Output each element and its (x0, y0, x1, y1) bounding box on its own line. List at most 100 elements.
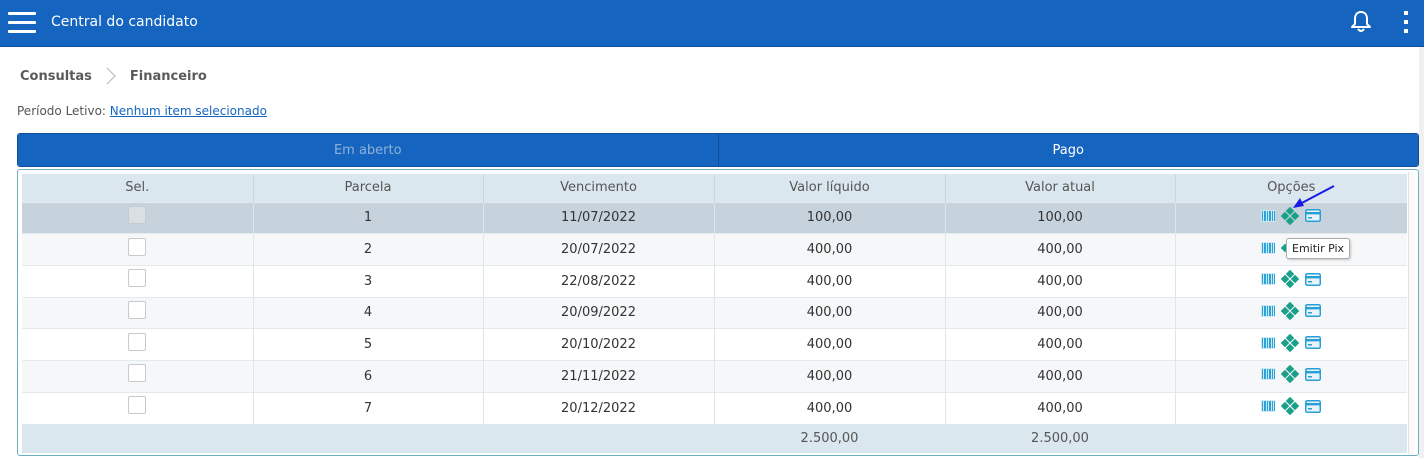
financial-table: Sel. Parcela Vencimento Valor líquido Va… (22, 174, 1407, 453)
valor-liquido-cell: 400,00 (714, 392, 946, 424)
col-parcela[interactable]: Parcela (253, 174, 484, 202)
barcode-icon[interactable] (1261, 400, 1276, 416)
tab-pago[interactable]: Pago (718, 134, 1418, 166)
total-empty (253, 423, 484, 453)
barcode-icon[interactable] (1261, 368, 1276, 384)
valor-atual-cell: 400,00 (945, 297, 1176, 329)
row-checkbox[interactable] (128, 300, 147, 319)
row-checkbox[interactable] (128, 205, 147, 224)
tab-em-aberto[interactable]: Em aberto (18, 134, 719, 166)
col-vencimento[interactable]: Vencimento (483, 174, 715, 202)
table-row[interactable]: 2 20/07/2022 400,00 400,00 (22, 233, 1407, 266)
sel-cell (22, 360, 254, 393)
valor-atual-cell: 400,00 (945, 360, 1176, 393)
table-row[interactable]: 3 22/08/2022 400,00 400,00 (22, 265, 1407, 298)
total-empty (483, 423, 715, 453)
barcode-icon[interactable] (1261, 336, 1276, 353)
periodo-link[interactable]: Nenhum item selecionado (110, 104, 267, 118)
hamburger-menu-icon[interactable] (8, 10, 36, 34)
vencimento-cell: 20/10/2022 (483, 328, 715, 361)
tooltip-emitir-pix: Emitir Pix (1286, 238, 1351, 259)
periodo-label: Período Letivo: (17, 104, 106, 118)
bell-icon[interactable] (1350, 10, 1372, 34)
parcela-cell: 1 (253, 202, 484, 234)
pix-icon[interactable] (1281, 396, 1300, 419)
valor-liquido-cell: 400,00 (714, 233, 946, 266)
credit-card-icon[interactable] (1305, 367, 1322, 385)
valor-liquido-cell: 100,00 (714, 202, 946, 234)
sel-cell (22, 297, 254, 329)
total-empty (22, 423, 254, 453)
table-row[interactable]: 7 20/12/2022 400,00 400,00 (22, 392, 1407, 424)
tabs: Em aberto Pago (17, 133, 1419, 167)
sel-cell (22, 265, 254, 298)
table-header-row: Sel. Parcela Vencimento Valor líquido Va… (22, 174, 1407, 202)
credit-card-icon[interactable] (1305, 399, 1322, 417)
pix-icon[interactable] (1281, 333, 1300, 356)
vencimento-cell: 22/08/2022 (483, 265, 715, 298)
row-checkbox[interactable] (128, 396, 147, 415)
credit-card-icon[interactable] (1305, 272, 1322, 290)
breadcrumb-financeiro: Financeiro (129, 68, 207, 84)
sel-cell (22, 202, 254, 234)
opcoes-cell (1175, 265, 1407, 297)
annotation-arrow-icon (1293, 185, 1335, 208)
table-row[interactable]: 6 21/11/2022 400,00 400,00 (22, 360, 1407, 393)
barcode-icon[interactable] (1261, 209, 1276, 226)
sel-cell (22, 328, 254, 361)
total-valor-atual: 2.500,00 (945, 423, 1176, 453)
chevron-right-icon (106, 67, 116, 85)
table-row[interactable]: 4 20/09/2022 400,00 400,00 (22, 297, 1407, 329)
opcoes-cell (1175, 360, 1407, 392)
page-scrollbar[interactable] (1419, 47, 1424, 458)
vencimento-cell: 21/11/2022 (483, 360, 715, 393)
breadcrumb: Consultas Financeiro (20, 67, 207, 85)
row-checkbox[interactable] (128, 364, 147, 383)
valor-atual-cell: 100,00 (945, 202, 1176, 234)
barcode-icon[interactable] (1261, 304, 1276, 321)
parcela-cell: 5 (253, 328, 484, 361)
table-scrollbar[interactable] (1408, 172, 1414, 454)
row-checkbox[interactable] (128, 269, 147, 288)
pix-icon[interactable] (1281, 301, 1300, 324)
opcoes-cell (1175, 392, 1407, 424)
app-title: Central do candidato (51, 14, 198, 30)
parcela-cell: 6 (253, 360, 484, 393)
total-empty (1175, 423, 1407, 453)
totals-row: 2.500,00 2.500,00 (22, 423, 1407, 453)
col-sel[interactable]: Sel. (22, 174, 254, 202)
vencimento-cell: 20/12/2022 (483, 392, 715, 424)
opcoes-cell (1175, 329, 1407, 361)
row-checkbox[interactable] (128, 237, 147, 256)
top-bar: Central do candidato (0, 0, 1424, 47)
financial-table-container: Sel. Parcela Vencimento Valor líquido Va… (17, 169, 1419, 456)
vencimento-cell: 20/09/2022 (483, 297, 715, 329)
pix-icon[interactable] (1281, 365, 1300, 387)
parcela-cell: 2 (253, 233, 484, 266)
kebab-menu-icon[interactable] (1404, 10, 1410, 36)
table-row[interactable]: 5 20/10/2022 400,00 400,00 (22, 328, 1407, 361)
breadcrumb-consultas[interactable]: Consultas (20, 69, 92, 84)
vencimento-cell: 11/07/2022 (483, 202, 715, 234)
parcela-cell: 7 (253, 392, 484, 424)
sel-cell (22, 392, 254, 424)
pix-icon[interactable] (1281, 269, 1300, 292)
opcoes-cell (1175, 297, 1407, 329)
valor-liquido-cell: 400,00 (714, 265, 946, 298)
valor-liquido-cell: 400,00 (714, 297, 946, 329)
valor-atual-cell: 400,00 (945, 328, 1176, 361)
valor-atual-cell: 400,00 (945, 233, 1176, 266)
table-row[interactable]: 1 11/07/2022 100,00 100,00 (22, 202, 1407, 234)
col-valor-liquido[interactable]: Valor líquido (714, 174, 946, 202)
row-checkbox[interactable] (128, 332, 147, 351)
periodo-letivo: Período Letivo: Nenhum item selecionado (17, 104, 267, 118)
valor-atual-cell: 400,00 (945, 392, 1176, 424)
barcode-icon[interactable] (1261, 273, 1276, 289)
barcode-icon[interactable] (1261, 241, 1276, 258)
total-valor-liquido: 2.500,00 (714, 423, 946, 453)
credit-card-icon[interactable] (1305, 304, 1322, 321)
credit-card-icon[interactable] (1305, 336, 1322, 353)
valor-liquido-cell: 400,00 (714, 328, 946, 361)
vencimento-cell: 20/07/2022 (483, 233, 715, 266)
col-valor-atual[interactable]: Valor atual (945, 174, 1176, 202)
